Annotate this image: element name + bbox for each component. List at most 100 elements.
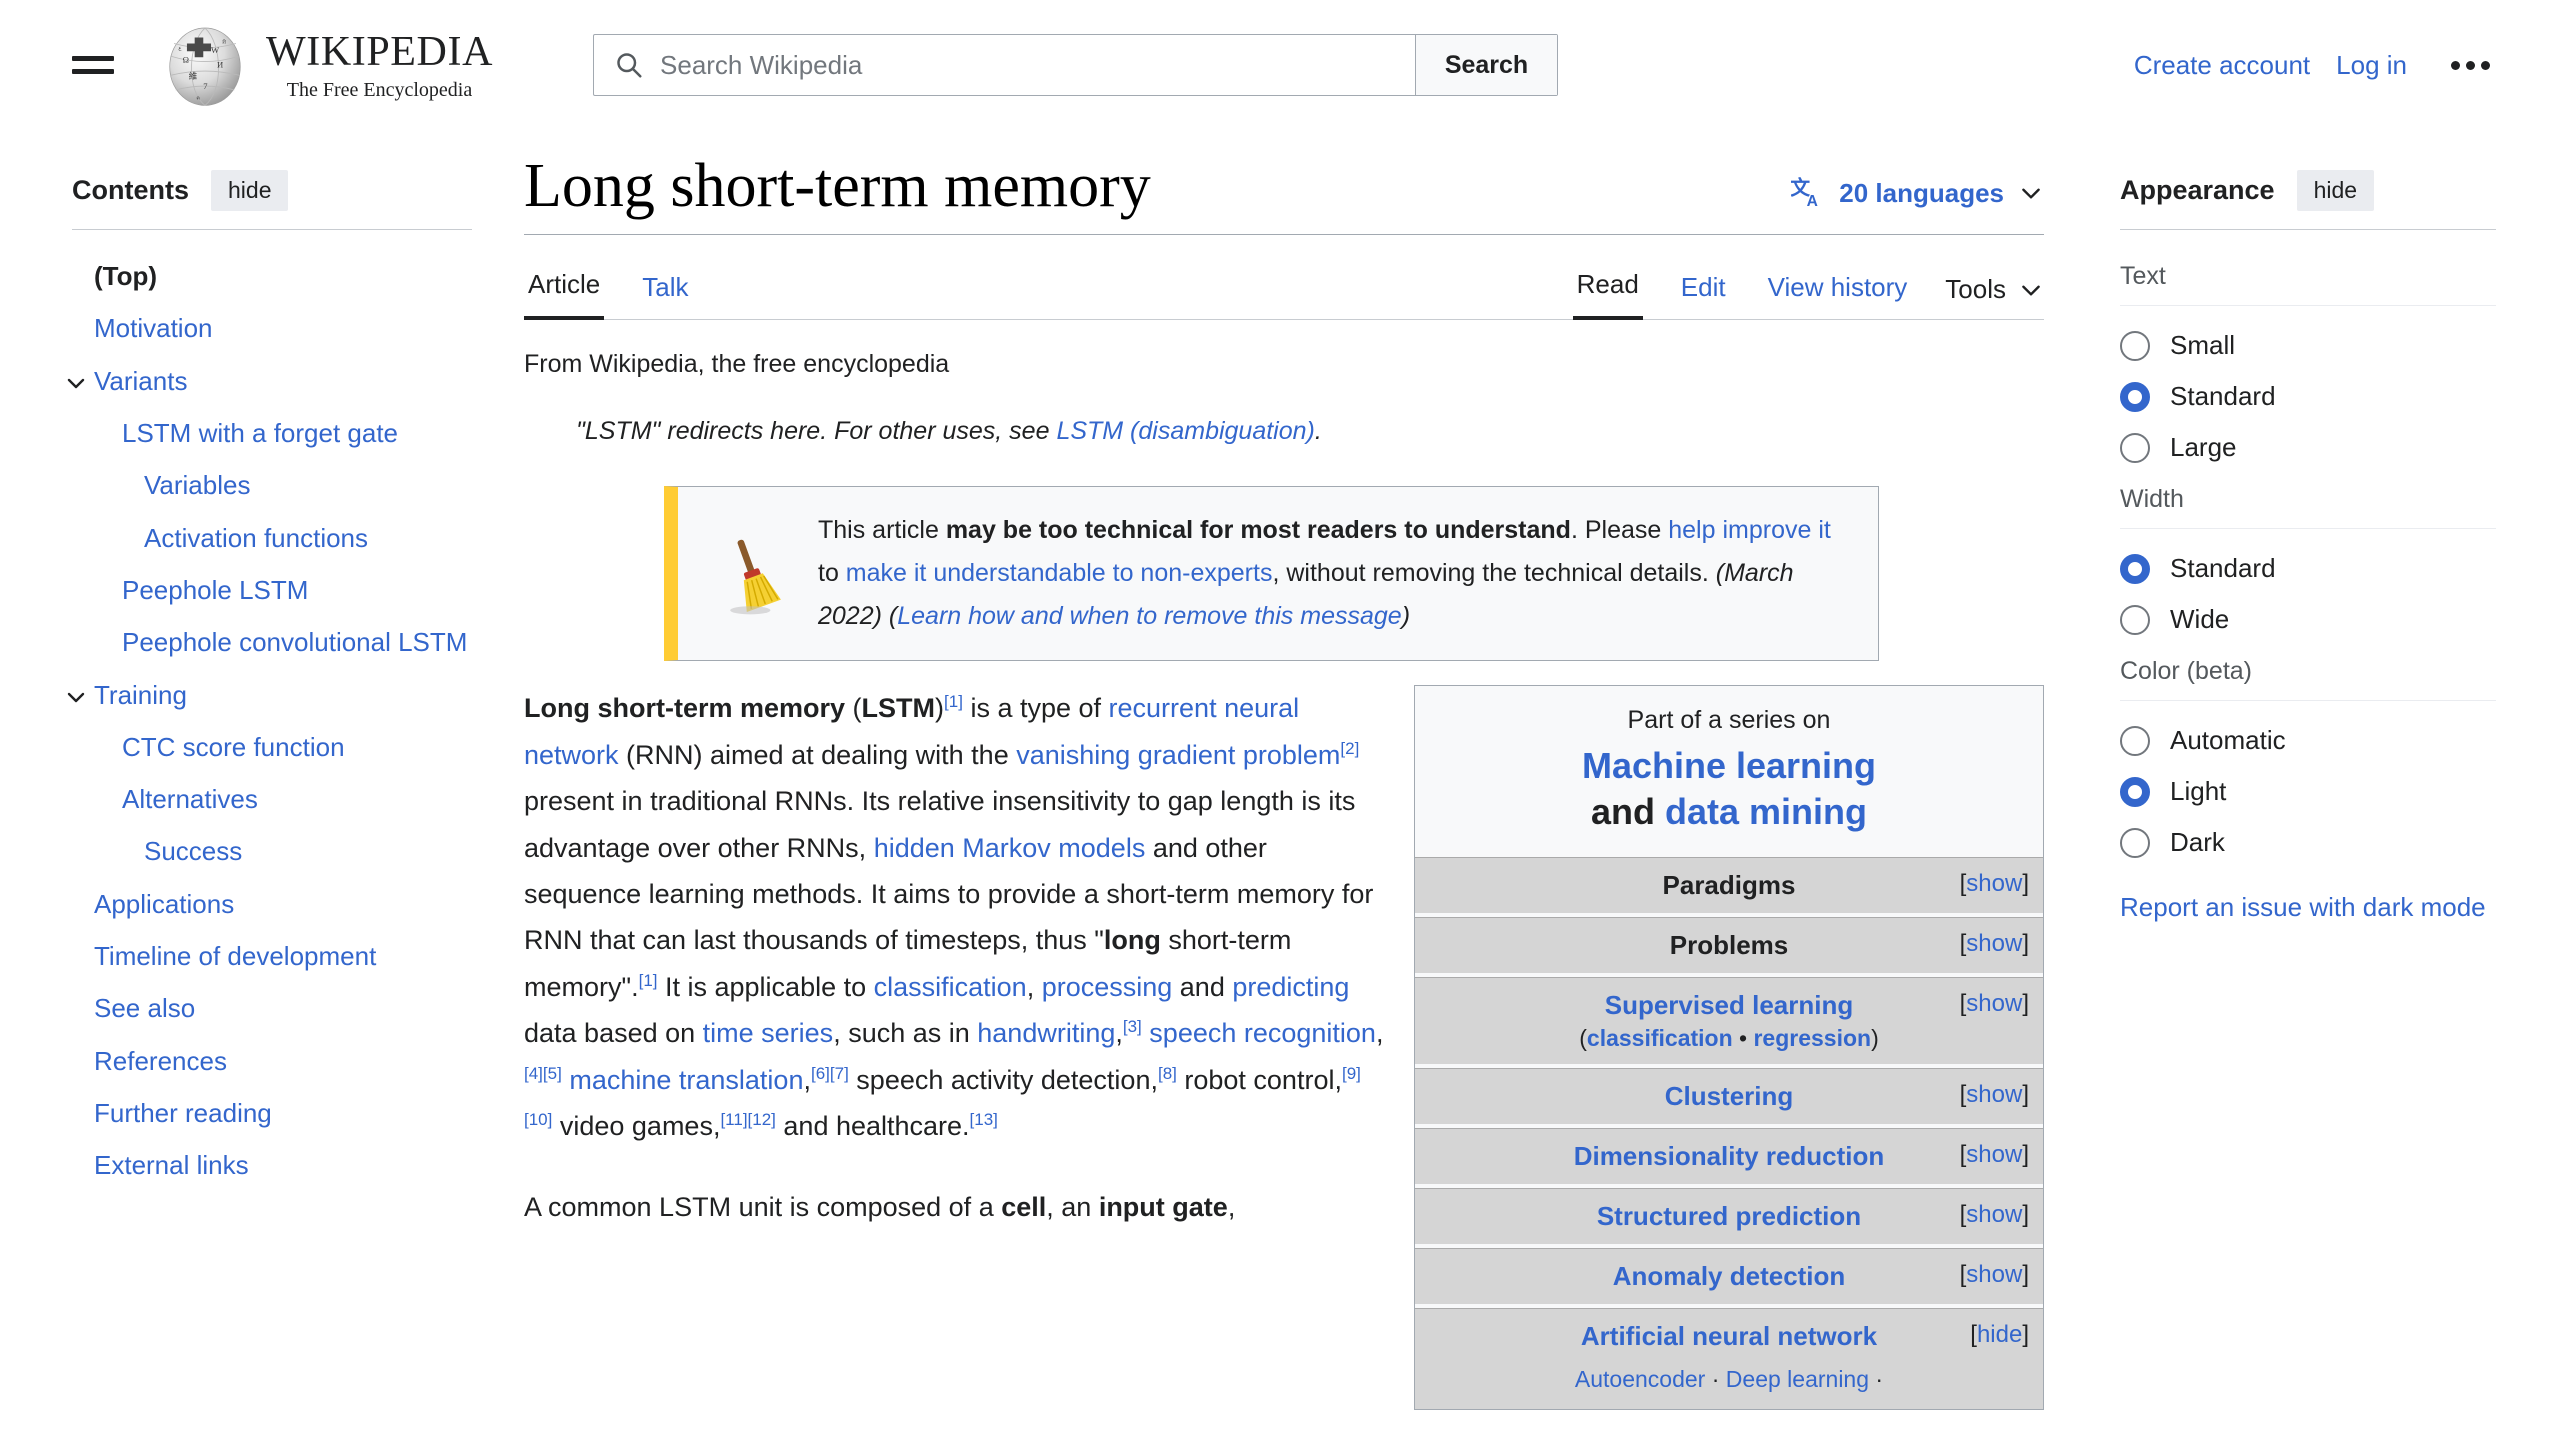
help-improve-link[interactable]: help improve it (1668, 516, 1831, 544)
infobox-row-sublinks[interactable]: Autoencoder · Deep learning · (1431, 1362, 2027, 1397)
toc-item-further-reading[interactable]: Further reading (72, 1087, 472, 1139)
citation-reference[interactable]: [1] (944, 692, 963, 711)
radio-button-selected[interactable] (2120, 776, 2150, 807)
toc-item-peephole-lstm[interactable]: Peephole LSTM (72, 564, 472, 616)
infobox-toggle-anomaly-detection[interactable]: [show] (1960, 1261, 2029, 1289)
radio-option-dark[interactable]: Dark (2120, 817, 2496, 868)
radio-button[interactable] (2120, 432, 2150, 463)
radio-option-large[interactable]: Large (2120, 422, 2496, 473)
radio-option-standard[interactable]: Standard (2120, 371, 2496, 422)
tab-read[interactable]: Read (1572, 269, 1643, 321)
deep-learning-link[interactable]: Deep learning (1726, 1366, 1869, 1392)
infobox-toggle-clustering[interactable]: [show] (1960, 1081, 2029, 1109)
data-mining-link[interactable]: data mining (1665, 791, 1867, 832)
search-input[interactable] (658, 48, 1402, 82)
classification-link[interactable]: classification (1587, 1025, 1733, 1051)
toc-hide-button[interactable]: hide (211, 170, 289, 211)
toc-item-label[interactable]: Variants (94, 364, 187, 398)
toc-item-variables[interactable]: Variables (72, 459, 472, 511)
toc-item-label[interactable]: External links (94, 1148, 249, 1182)
article-link[interactable]: classification (874, 972, 1027, 1002)
toc-item-label[interactable]: See also (94, 991, 195, 1025)
tab-article[interactable]: Article (524, 269, 605, 321)
toc-item-external-links[interactable]: External links (72, 1139, 472, 1191)
infobox-toggle-dimensionality-reduction[interactable]: [show] (1960, 1141, 2029, 1169)
article-link[interactable]: speech recognition (1149, 1018, 1376, 1048)
radio-button[interactable] (2120, 725, 2150, 756)
toc-item-label[interactable]: Timeline of development (94, 939, 376, 973)
radio-option-wide[interactable]: Wide (2120, 594, 2496, 645)
toc-item-label[interactable]: (Top) (94, 259, 157, 293)
toc-item-activation-functions[interactable]: Activation functions (72, 512, 472, 564)
infobox-toggle-paradigms[interactable]: [show] (1960, 870, 2029, 898)
infobox-row-link[interactable]: Anomaly detection (1613, 1261, 1846, 1291)
radio-option-small[interactable]: Small (2120, 320, 2496, 371)
citation-reference[interactable]: [11][12] (720, 1110, 775, 1129)
citation-reference[interactable]: [4][5] (524, 1064, 562, 1083)
toc-item-see-also[interactable]: See also (72, 982, 472, 1034)
citation-link[interactable]: [1] (944, 692, 963, 711)
toc-item-label[interactable]: Success (144, 834, 242, 868)
toc-item-applications[interactable]: Applications (72, 878, 472, 930)
toc-item-label[interactable]: Motivation (94, 311, 213, 345)
tools-dropdown-button[interactable]: Tools (1945, 274, 2044, 319)
infobox-toggle-link[interactable]: show (1966, 1141, 2022, 1168)
autoencoder-link[interactable]: Autoencoder (1575, 1366, 1705, 1392)
infobox-toggle-link[interactable]: hide (1977, 1321, 2022, 1348)
make-understandable-link[interactable]: make it understandable to non-experts (846, 559, 1273, 587)
infobox-toggle-link[interactable]: show (1966, 870, 2022, 897)
article-link[interactable]: hidden Markov models (874, 833, 1146, 863)
create-account-link[interactable]: Create account (2134, 50, 2310, 81)
article-link[interactable]: handwriting (977, 1018, 1115, 1048)
radio-option-automatic[interactable]: Automatic (2120, 715, 2496, 766)
learn-how-link[interactable]: Learn how and when to remove this messag… (897, 602, 1401, 630)
article-link[interactable]: processing (1042, 972, 1173, 1002)
machine-learning-link[interactable]: Machine learning (1582, 745, 1876, 786)
log-in-link[interactable]: Log in (2336, 50, 2407, 81)
article-link[interactable]: time series (703, 1018, 834, 1048)
search-field[interactable] (594, 35, 1415, 95)
citation-link[interactable]: [2] (1340, 739, 1359, 758)
toc-item-label[interactable]: Applications (94, 887, 234, 921)
tab-talk[interactable]: Talk (638, 272, 692, 319)
toc-item-training[interactable]: Training (67, 669, 472, 721)
ellipsis-icon[interactable] (2433, 51, 2496, 80)
toc-item-label[interactable]: CTC score function (122, 730, 345, 764)
citation-link[interactable]: [6][7] (811, 1064, 849, 1083)
citation-reference[interactable]: [1] (639, 971, 658, 990)
citation-reference[interactable]: [2] (1340, 739, 1359, 758)
toc-item-ctc-score-function[interactable]: CTC score function (72, 721, 472, 773)
toc-toggle-chevron-down-icon[interactable] (62, 683, 90, 711)
radio-option-standard[interactable]: Standard (2120, 543, 2496, 594)
radio-option-light[interactable]: Light (2120, 766, 2496, 817)
toc-item-success[interactable]: Success (72, 825, 472, 877)
toc-item-alternatives[interactable]: Alternatives (72, 773, 472, 825)
article-link[interactable]: machine translation (569, 1065, 803, 1095)
infobox-toggle-link[interactable]: show (1966, 1261, 2022, 1288)
wikipedia-logo-link[interactable]: Ω W И 維 7 ع Й ค WIKIPEDIA The Free Encyc… (162, 22, 493, 108)
infobox-toggle-supervised-learning[interactable]: [show] (1960, 990, 2029, 1018)
infobox-toggle-link[interactable]: show (1966, 1081, 2022, 1108)
toc-item-peephole-convolutional-lstm[interactable]: Peephole convolutional LSTM (72, 616, 472, 668)
infobox-toggle-problems[interactable]: [show] (1960, 930, 2029, 958)
language-selector-button[interactable]: 文 A 20 languages (1791, 176, 2044, 220)
citation-reference[interactable]: [13] (970, 1110, 998, 1129)
infobox-row-subtitle[interactable]: (classification • regression) (1431, 1025, 2027, 1052)
hatnote-link[interactable]: LSTM (disambiguation) (1056, 417, 1314, 445)
article-link[interactable]: predicting (1232, 972, 1349, 1002)
citation-link[interactable]: [13] (970, 1110, 998, 1129)
citation-reference[interactable]: [6][7] (811, 1064, 849, 1083)
infobox-toggle-artificial-neural-network[interactable]: [hide] (1970, 1321, 2029, 1349)
infobox-toggle-structured-prediction[interactable]: [show] (1960, 1201, 2029, 1229)
toc-item-label[interactable]: Variables (144, 468, 250, 502)
search-bar[interactable]: Search (593, 34, 1559, 96)
toc-item-timeline-of-development[interactable]: Timeline of development (72, 930, 472, 982)
citation-link[interactable]: [4][5] (524, 1064, 562, 1083)
radio-button-selected[interactable] (2120, 381, 2150, 412)
infobox-toggle-link[interactable]: show (1966, 990, 2022, 1017)
toc-item-label[interactable]: Further reading (94, 1096, 272, 1130)
citation-link[interactable]: [1] (639, 971, 658, 990)
toc-item-variants[interactable]: Variants (67, 355, 472, 407)
toc-item-label[interactable]: Peephole LSTM (122, 573, 308, 607)
citation-reference[interactable]: [3] (1123, 1017, 1142, 1036)
